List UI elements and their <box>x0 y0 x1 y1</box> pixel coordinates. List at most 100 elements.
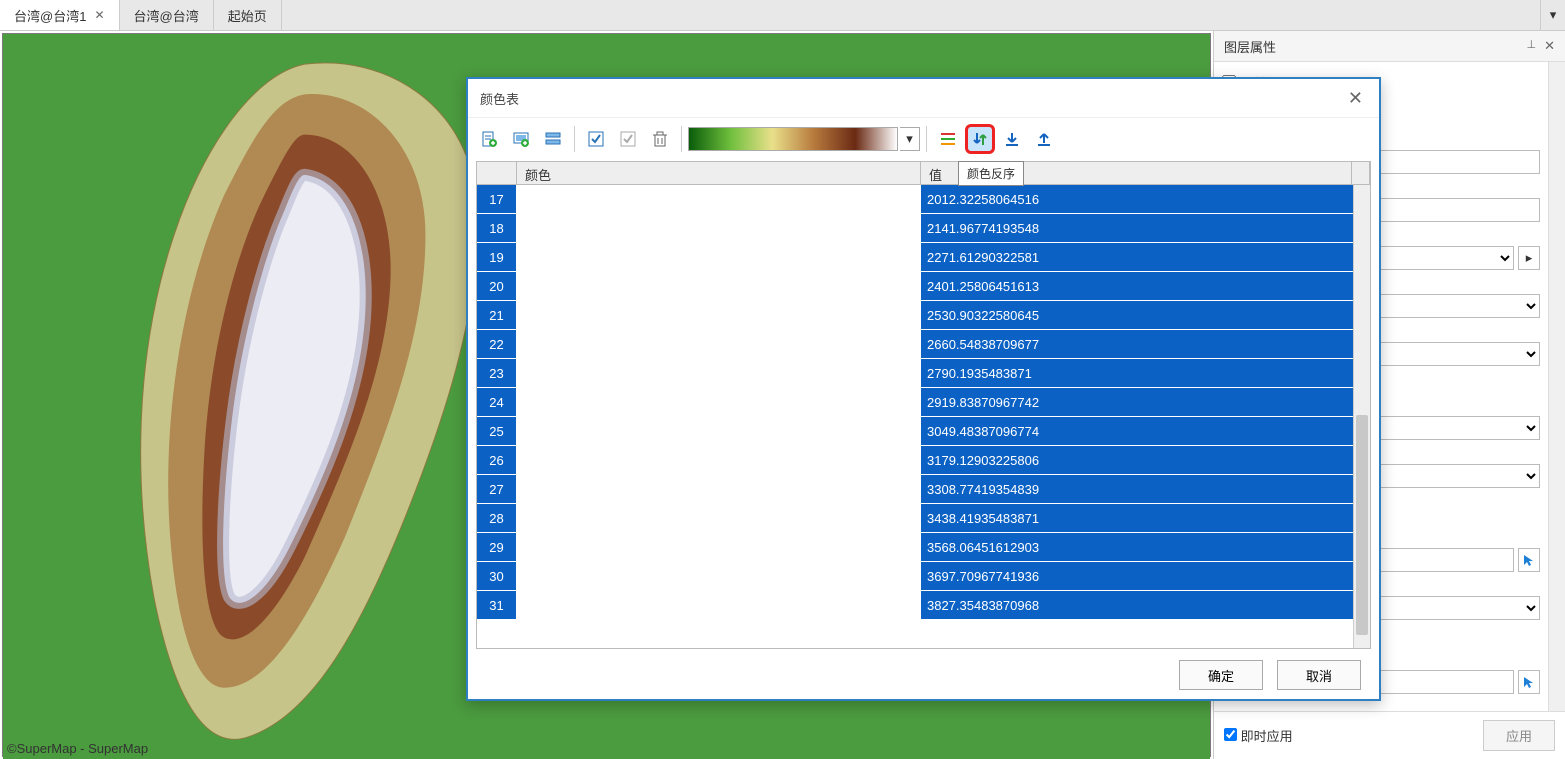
row-index: 21 <box>477 301 517 330</box>
row-value[interactable]: 3308.77419354839 <box>921 475 1370 504</box>
table-row[interactable]: 28 3438.41935483871 <box>477 504 1370 533</box>
trash-icon <box>651 130 669 148</box>
row-color-swatch[interactable] <box>517 301 921 330</box>
dialog-title-text: 颜色表 <box>480 89 519 108</box>
table-row[interactable]: 253049.48387096774 <box>477 417 1370 446</box>
row-value[interactable]: 2919.83870967742 <box>921 388 1370 417</box>
row-color-swatch[interactable] <box>517 417 921 446</box>
dialog-toolbar: ▾ 颜色反序 <box>468 117 1379 159</box>
col-index[interactable] <box>477 162 517 184</box>
row-value[interactable]: 3049.48387096774 <box>921 417 1370 446</box>
table-row[interactable]: 21 2530.90322580645 <box>477 301 1370 330</box>
row-value[interactable]: 2141.96774193548 <box>921 214 1370 243</box>
panel-scrollbar[interactable] <box>1548 62 1565 711</box>
apply-now-checkbox[interactable]: 即时应用 <box>1224 726 1293 745</box>
table-row[interactable]: 17 2012.32258064516 <box>477 185 1370 214</box>
row-color-swatch[interactable] <box>517 562 921 591</box>
tabs-dropdown[interactable]: ▾ <box>1540 0 1565 30</box>
table-row[interactable]: 273308.77419354839 <box>477 475 1370 504</box>
apply-now-checkbox-input[interactable] <box>1224 728 1237 741</box>
reverse-colors-button[interactable]: 颜色反序 <box>965 124 995 154</box>
toolbar-separator <box>574 126 575 152</box>
tab-taiwan-1[interactable]: 台湾@台湾1 ✕ <box>0 0 120 30</box>
row-color-swatch[interactable] <box>517 243 921 272</box>
table-row[interactable]: 26 3179.12903225806 <box>477 446 1370 475</box>
insert-row-button[interactable] <box>506 124 536 154</box>
transparency-more-button[interactable]: ▸ <box>1518 246 1540 270</box>
row-index: 20 <box>477 272 517 301</box>
row-value[interactable]: 2271.61290322581 <box>921 243 1370 272</box>
swap-arrows-icon <box>971 130 989 148</box>
row-color-swatch[interactable] <box>517 591 921 620</box>
add-row-button[interactable] <box>474 124 504 154</box>
close-icon[interactable]: ✕ <box>1344 88 1367 109</box>
tab-start-page[interactable]: 起始页 <box>214 0 282 30</box>
row-color-swatch[interactable] <box>517 272 921 301</box>
table-row[interactable]: 20 2401.25806451613 <box>477 272 1370 301</box>
table-scrollbar[interactable] <box>1353 185 1370 648</box>
tab-label: 起始页 <box>228 6 267 25</box>
select-all-button[interactable] <box>581 124 611 154</box>
import-button[interactable] <box>997 124 1027 154</box>
row-index: 30 <box>477 562 517 591</box>
map-copyright: ©SuperMap - SuperMap <box>7 741 148 756</box>
table-row[interactable]: 24 2919.83870967742 <box>477 388 1370 417</box>
row-index: 24 <box>477 388 517 417</box>
table-row[interactable]: 222660.54838709677 <box>477 330 1370 359</box>
deselect-all-button[interactable] <box>613 124 643 154</box>
row-color-swatch[interactable] <box>517 359 921 388</box>
table-row[interactable]: 313827.35483870968 <box>477 591 1370 620</box>
apply-button[interactable]: 应用 <box>1483 720 1555 751</box>
tab-label: 台湾@台湾 <box>134 6 199 25</box>
delete-button[interactable] <box>645 124 675 154</box>
table-row[interactable]: 293568.06451612903 <box>477 533 1370 562</box>
row-value[interactable]: 3697.70967741936 <box>921 562 1370 591</box>
dialog-titlebar[interactable]: 颜色表 ✕ <box>468 79 1379 117</box>
close-icon[interactable]: ✕ <box>94 8 104 22</box>
col-color[interactable]: 颜色 <box>517 162 921 184</box>
cancel-button[interactable]: 取消 <box>1277 660 1361 690</box>
table-row[interactable]: 23 2790.1935483871 <box>477 359 1370 388</box>
row-value[interactable]: 2530.90322580645 <box>921 301 1370 330</box>
color-ramp[interactable] <box>688 127 898 151</box>
row-value[interactable]: 2660.54838709677 <box>921 330 1370 359</box>
scrollbar-thumb[interactable] <box>1356 415 1368 635</box>
table-row[interactable]: 182141.96774193548 <box>477 214 1370 243</box>
row-value[interactable]: 2401.25806451613 <box>921 272 1370 301</box>
row-color-swatch[interactable] <box>517 504 921 533</box>
pick-bg-button[interactable] <box>1518 670 1540 694</box>
row-color-swatch[interactable] <box>517 533 921 562</box>
row-value[interactable]: 2012.32258064516 <box>921 185 1370 214</box>
table-row[interactable]: 30 3697.70967741936 <box>477 562 1370 591</box>
panel-title: 图层属性 <box>1224 37 1276 56</box>
row-color-swatch[interactable] <box>517 446 921 475</box>
tab-taiwan[interactable]: 台湾@台湾 <box>120 0 214 30</box>
export-button[interactable] <box>1029 124 1059 154</box>
panel-header: 图层属性 ⊥ ✕ <box>1214 31 1565 62</box>
row-index: 26 <box>477 446 517 475</box>
row-value[interactable]: 3179.12903225806 <box>921 446 1370 475</box>
close-icon[interactable]: ✕ <box>1544 38 1555 54</box>
row-color-swatch[interactable] <box>517 214 921 243</box>
row-color-swatch[interactable] <box>517 185 921 214</box>
export-icon <box>1035 130 1053 148</box>
row-color-swatch[interactable] <box>517 388 921 417</box>
color-lines-button[interactable] <box>933 124 963 154</box>
row-color-swatch[interactable] <box>517 330 921 359</box>
row-value[interactable]: 3438.41935483871 <box>921 504 1370 533</box>
ok-button[interactable]: 确定 <box>1179 660 1263 690</box>
row-value[interactable]: 3568.06451612903 <box>921 533 1370 562</box>
pin-icon[interactable]: ⊥ <box>1527 38 1537 54</box>
table-row[interactable]: 192271.61290322581 <box>477 243 1370 272</box>
row-index: 23 <box>477 359 517 388</box>
row-color-swatch[interactable] <box>517 475 921 504</box>
row-index: 17 <box>477 185 517 214</box>
batch-add-button[interactable] <box>538 124 568 154</box>
pick-value-button[interactable] <box>1518 548 1540 572</box>
apply-row: 即时应用 应用 <box>1214 711 1565 759</box>
row-index: 28 <box>477 504 517 533</box>
row-value[interactable]: 3827.35483870968 <box>921 591 1370 620</box>
row-value[interactable]: 2790.1935483871 <box>921 359 1370 388</box>
arrow-cursor-icon <box>1522 675 1536 689</box>
color-ramp-dropdown[interactable]: ▾ <box>900 127 920 151</box>
